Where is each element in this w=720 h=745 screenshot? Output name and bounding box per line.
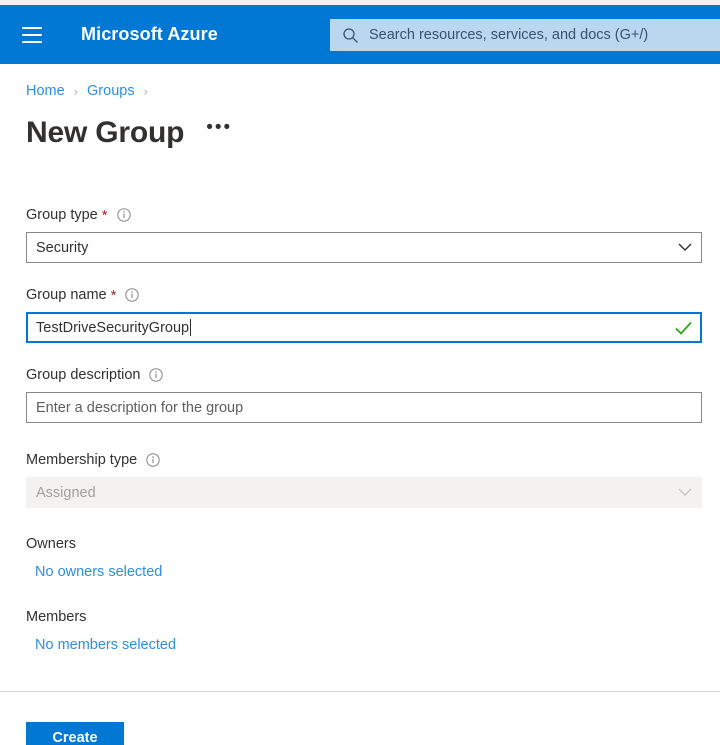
field-spacer (26, 343, 702, 365)
search-icon (342, 27, 359, 44)
group-type-label: Group type (26, 207, 98, 223)
hamburger-menu-icon[interactable] (10, 13, 54, 57)
text-caret (190, 319, 192, 336)
group-type-value: Security (36, 239, 89, 256)
members-select-link[interactable]: No members selected (35, 637, 176, 653)
required-asterisk: * (101, 206, 108, 224)
group-type-dropdown[interactable]: Security (26, 232, 702, 263)
field-group-description: Group description Enter a description fo… (26, 365, 702, 423)
membership-type-dropdown: Assigned (26, 477, 702, 508)
azure-top-header: Microsoft Azure Search resources, servic… (0, 5, 720, 64)
group-name-label: Group name (26, 287, 107, 303)
owners-heading: Owners (26, 536, 76, 552)
hamburger-bar (22, 40, 42, 43)
info-icon[interactable] (125, 288, 140, 302)
group-description-field[interactable]: Enter a description for the group (26, 392, 702, 423)
title-row: New Group ••• (26, 113, 720, 153)
brand-title[interactable]: Microsoft Azure (81, 24, 218, 45)
checkmark-icon (675, 321, 692, 335)
search-placeholder: Search resources, services, and docs (G+… (369, 27, 649, 43)
chevron-down-icon (678, 485, 692, 501)
breadcrumb-separator-icon: › (143, 83, 148, 99)
more-options-icon[interactable]: ••• (206, 118, 232, 143)
field-spacer (26, 263, 702, 285)
breadcrumb-item-home[interactable]: Home (26, 83, 65, 99)
new-group-form: Group type * Security Group name * TestD… (26, 205, 702, 508)
group-name-typed-wrap: TestDriveSecurityGroup (36, 319, 675, 336)
owners-select-link[interactable]: No owners selected (35, 564, 162, 580)
global-search-box[interactable]: Search resources, services, and docs (G+… (330, 19, 720, 51)
footer-actions: Create (26, 722, 124, 745)
group-name-input[interactable]: TestDriveSecurityGroup (26, 312, 702, 343)
group-description-label: Group description (26, 367, 141, 383)
breadcrumb-separator-icon: › (73, 83, 79, 99)
info-icon[interactable] (116, 208, 131, 222)
field-membership-type: Membership type Assigned (26, 450, 702, 508)
hamburger-bar (22, 26, 42, 29)
field-spacer (26, 423, 702, 450)
page-title: New Group (26, 116, 185, 149)
members-heading: Members (26, 609, 87, 625)
group-type-label-row: Group type * (26, 205, 702, 225)
membership-type-label: Membership type (26, 452, 138, 468)
create-button[interactable]: Create (26, 722, 124, 745)
info-icon[interactable] (146, 453, 160, 467)
info-icon[interactable] (149, 368, 164, 382)
membership-type-value: Assigned (36, 484, 96, 501)
hamburger-bar (22, 33, 42, 36)
breadcrumb-item-groups[interactable]: Groups (87, 83, 135, 99)
group-name-value: TestDriveSecurityGroup (36, 319, 190, 336)
field-group-name: Group name * TestDriveSecurityGroup (26, 285, 702, 343)
breadcrumb: Home › Groups › (26, 81, 720, 101)
footer-divider (0, 691, 720, 692)
membership-type-label-row: Membership type (26, 450, 702, 470)
group-description-placeholder: Enter a description for the group (36, 399, 244, 416)
required-asterisk: * (110, 286, 117, 304)
group-name-label-row: Group name * (26, 285, 702, 305)
members-section: Members No members selected (26, 609, 720, 654)
owners-section: Owners No owners selected (26, 536, 720, 581)
field-group-type: Group type * Security (26, 205, 702, 263)
chevron-down-icon (678, 240, 692, 256)
page-content: Home › Groups › New Group ••• Group type… (0, 81, 720, 745)
group-description-label-row: Group description (26, 365, 702, 385)
